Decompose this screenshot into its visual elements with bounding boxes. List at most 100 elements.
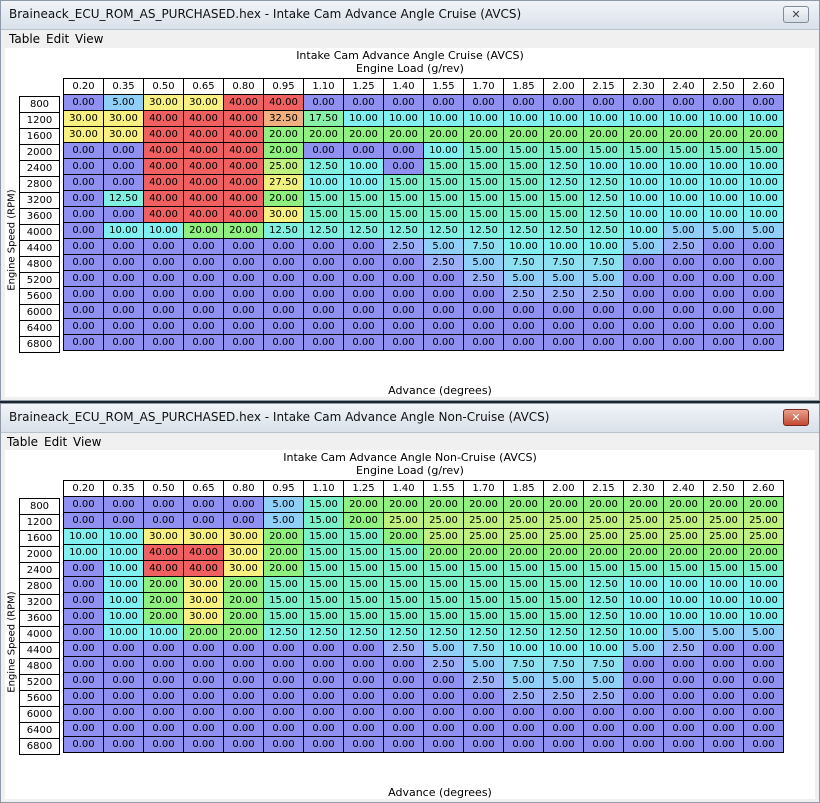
table-cell[interactable]: 0.00 [103, 688, 144, 705]
table-cell[interactable]: 2.50 [663, 238, 704, 255]
table-cell[interactable]: 25.00 [423, 528, 464, 545]
table-cell[interactable]: 0.00 [663, 688, 704, 705]
table-cell[interactable]: 0.00 [63, 302, 104, 319]
table-cell[interactable]: 20.00 [583, 544, 624, 561]
table-cell[interactable]: 0.00 [183, 238, 224, 255]
table-cell[interactable]: 0.00 [503, 736, 544, 753]
table-cell[interactable]: 40.00 [143, 142, 184, 159]
table-cell[interactable]: 30.00 [183, 592, 224, 609]
table-cell[interactable]: 0.00 [623, 720, 664, 737]
table-cell[interactable]: 20.00 [423, 544, 464, 561]
table-cell[interactable]: 40.00 [223, 142, 264, 159]
table-cell[interactable]: 0.00 [383, 720, 424, 737]
table-cell[interactable]: 10.00 [543, 110, 584, 127]
table-cell[interactable]: 0.00 [183, 640, 224, 657]
table-cell[interactable]: 0.00 [663, 302, 704, 319]
table-cell[interactable]: 0.00 [223, 672, 264, 689]
table-cell[interactable]: 12.50 [423, 624, 464, 641]
table-cell[interactable]: 2.50 [423, 254, 464, 271]
table-cell[interactable]: 0.00 [663, 318, 704, 335]
table-cell[interactable]: 15.00 [543, 190, 584, 207]
table-cell[interactable]: 0.00 [303, 720, 344, 737]
table-cell[interactable]: 15.00 [503, 142, 544, 159]
table-cell[interactable]: 20.00 [423, 126, 464, 143]
table-cell[interactable]: 10.00 [743, 174, 784, 191]
table-cell[interactable]: 10.00 [623, 110, 664, 127]
table-cell[interactable]: 30.00 [103, 126, 144, 143]
table-cell[interactable]: 25.00 [623, 512, 664, 529]
table-cell[interactable]: 5.00 [583, 270, 624, 287]
table-cell[interactable]: 7.50 [463, 238, 504, 255]
table-cell[interactable]: 0.00 [103, 720, 144, 737]
table-cell[interactable]: 12.50 [503, 624, 544, 641]
table-cell[interactable]: 12.50 [543, 222, 584, 239]
table-cell[interactable]: 30.00 [143, 94, 184, 111]
table-cell[interactable]: 30.00 [63, 110, 104, 127]
table-cell[interactable]: 0.00 [623, 254, 664, 271]
table-cell[interactable]: 15.00 [423, 576, 464, 593]
table-cell[interactable]: 0.00 [263, 254, 304, 271]
column-header[interactable]: 0.65 [183, 480, 224, 497]
row-header[interactable]: 4800 [19, 658, 60, 675]
table-cell[interactable]: 0.00 [63, 286, 104, 303]
row-header[interactable]: 6400 [19, 320, 60, 337]
table-cell[interactable]: 15.00 [383, 576, 424, 593]
table-cell[interactable]: 0.00 [543, 704, 584, 721]
table-cell[interactable]: 0.00 [423, 286, 464, 303]
table-cell[interactable]: 15.00 [703, 142, 744, 159]
table-cell[interactable]: 0.00 [583, 334, 624, 351]
row-header[interactable]: 6800 [19, 336, 60, 353]
table-cell[interactable]: 0.00 [63, 254, 104, 271]
table-window-non-cruise[interactable]: Braineack_ECU_ROM_AS_PURCHASED.hex - Int… [0, 403, 820, 803]
table-cell[interactable]: 0.00 [343, 688, 384, 705]
title-bar[interactable]: Braineack_ECU_ROM_AS_PURCHASED.hex - Int… [1, 1, 819, 30]
table-cell[interactable]: 5.00 [543, 672, 584, 689]
table-cell[interactable]: 10.00 [743, 206, 784, 223]
table-cell[interactable]: 20.00 [343, 496, 384, 513]
table-cell[interactable]: 15.00 [463, 592, 504, 609]
table-cell[interactable]: 10.00 [103, 544, 144, 561]
table-cell[interactable]: 15.00 [503, 560, 544, 577]
table-window-cruise[interactable]: Braineack_ECU_ROM_AS_PURCHASED.hex - Int… [0, 0, 820, 401]
table-cell[interactable]: 5.00 [103, 94, 144, 111]
table-cell[interactable]: 12.50 [343, 624, 384, 641]
table-cell[interactable]: 0.00 [223, 254, 264, 271]
table-cell[interactable]: 15.00 [543, 560, 584, 577]
table-cell[interactable]: 20.00 [663, 126, 704, 143]
table-cell[interactable]: 0.00 [383, 94, 424, 111]
table-cell[interactable]: 0.00 [623, 736, 664, 753]
table-cell[interactable]: 15.00 [663, 560, 704, 577]
table-cell[interactable]: 15.00 [383, 190, 424, 207]
table-cell[interactable]: 0.00 [623, 656, 664, 673]
table-cell[interactable]: 0.00 [103, 206, 144, 223]
table-cell[interactable]: 15.00 [503, 190, 544, 207]
table-cell[interactable]: 40.00 [183, 174, 224, 191]
table-cell[interactable]: 20.00 [663, 496, 704, 513]
table-cell[interactable]: 20.00 [623, 496, 664, 513]
table-cell[interactable]: 10.00 [103, 576, 144, 593]
table-cell[interactable]: 30.00 [263, 206, 304, 223]
table-cell[interactable]: 0.00 [263, 688, 304, 705]
table-cell[interactable]: 15.00 [463, 560, 504, 577]
table-cell[interactable]: 5.00 [463, 656, 504, 673]
table-cell[interactable]: 12.50 [583, 608, 624, 625]
row-header[interactable]: 4400 [19, 240, 60, 257]
table-cell[interactable]: 0.00 [463, 688, 504, 705]
column-header[interactable]: 0.50 [143, 480, 184, 497]
table-cell[interactable]: 0.00 [63, 238, 104, 255]
table-cell[interactable]: 40.00 [183, 110, 224, 127]
table-cell[interactable]: 5.00 [423, 238, 464, 255]
table-cell[interactable]: 0.00 [63, 512, 104, 529]
table-cell[interactable]: 10.00 [383, 110, 424, 127]
table-cell[interactable]: 0.00 [143, 688, 184, 705]
table-cell[interactable]: 0.00 [423, 720, 464, 737]
table-cell[interactable]: 10.00 [63, 528, 104, 545]
table-cell[interactable]: 0.00 [63, 190, 104, 207]
table-cell[interactable]: 10.00 [543, 640, 584, 657]
table-cell[interactable]: 5.00 [703, 624, 744, 641]
table-cell[interactable]: 20.00 [623, 544, 664, 561]
table-cell[interactable]: 0.00 [103, 640, 144, 657]
table-cell[interactable]: 15.00 [503, 576, 544, 593]
table-cell[interactable]: 12.50 [543, 624, 584, 641]
menu-view[interactable]: View [75, 32, 103, 46]
